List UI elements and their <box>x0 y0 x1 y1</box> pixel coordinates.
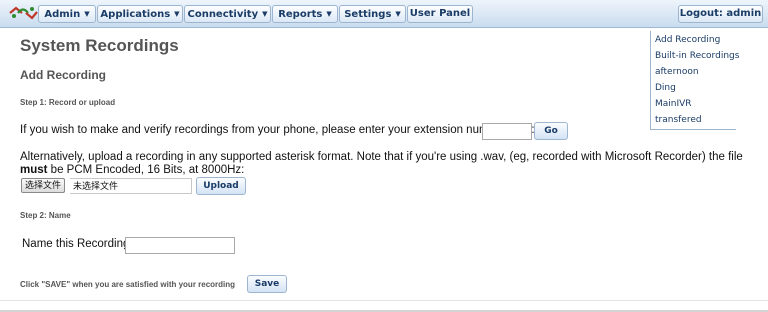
save-button[interactable]: Save <box>247 275 287 293</box>
phone-instructions: If you wish to make and verify recording… <box>20 124 535 136</box>
rnav-item-ding[interactable]: Ding <box>655 83 676 93</box>
chevron-down-icon: ▼ <box>262 10 268 18</box>
menu-user-panel[interactable]: User Panel <box>407 5 473 23</box>
save-hint: Click "SAVE" when you are satisfied with… <box>20 280 236 289</box>
no-file-chosen-label: 未选择文件 <box>70 178 192 194</box>
rnav-item-afternoon[interactable]: afternoon <box>655 67 699 77</box>
menu-reports-label: Reports <box>278 9 323 20</box>
page-title: System Recordings <box>20 36 179 55</box>
upload-text-before: Alternatively, upload a recording in any… <box>20 151 743 163</box>
step1-heading: Step 1: Record or upload <box>20 98 116 107</box>
logout-button[interactable]: Logout: admin <box>678 5 763 23</box>
chevron-down-icon: ▼ <box>326 10 332 18</box>
rnav-item-transfered[interactable]: transfered <box>655 115 702 125</box>
rnav-item-add-recording[interactable]: Add Recording <box>655 35 720 45</box>
chevron-down-icon: ▼ <box>84 10 90 18</box>
top-menu-bar: Admin ▼ Applications ▼ Connectivity ▼ Repor… <box>0 0 768 28</box>
menu-applications-label: Applications <box>100 9 171 20</box>
rnav-item-built-in-recordings[interactable]: Built-in Recordings <box>655 51 739 61</box>
upload-text-bold: must <box>20 164 48 176</box>
upload-instructions: Alternatively, upload a recording in any… <box>20 151 745 177</box>
footer-divider <box>0 300 768 301</box>
menu-user-panel-label: User Panel <box>409 8 471 19</box>
menu-admin-label: Admin <box>44 9 81 20</box>
rnav-item-mainivr[interactable]: MainIVR <box>655 99 692 109</box>
menu-connectivity[interactable]: Connectivity ▼ <box>184 5 271 23</box>
chevron-down-icon: ▼ <box>174 10 180 18</box>
menu-admin[interactable]: Admin ▼ <box>38 5 96 23</box>
step2-heading: Step 2: Name <box>20 211 71 220</box>
menu-settings[interactable]: Settings ▼ <box>339 5 406 23</box>
name-label: Name this Recording: <box>22 238 133 250</box>
chevron-down-icon: ▼ <box>395 10 401 18</box>
freepbx-logo-icon[interactable] <box>6 4 40 22</box>
upload-text-after: be PCM Encoded, 16 Bits, at 8000Hz: <box>47 164 245 176</box>
go-button[interactable]: Go <box>534 122 568 140</box>
menu-applications[interactable]: Applications ▼ <box>97 5 183 23</box>
section-title: Add Recording <box>20 68 106 82</box>
logout-label: Logout: admin <box>679 8 762 19</box>
menu-reports[interactable]: Reports ▼ <box>272 5 338 23</box>
menu-connectivity-label: Connectivity <box>187 9 259 20</box>
recordings-nav: Add Recording Built-in Recordings aftern… <box>650 31 739 130</box>
recording-name-input[interactable] <box>125 237 235 254</box>
menu-settings-label: Settings <box>344 9 392 20</box>
choose-file-button[interactable]: 选择文件 <box>21 178 66 193</box>
upload-button[interactable]: Upload <box>196 177 246 195</box>
extension-input[interactable] <box>482 123 532 140</box>
